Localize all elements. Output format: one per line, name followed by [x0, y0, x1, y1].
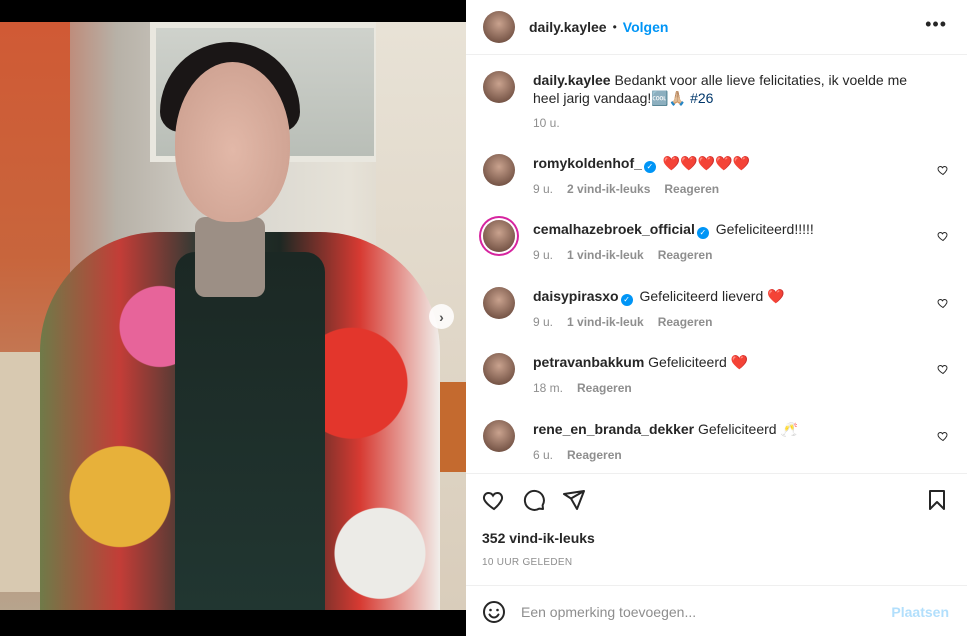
reply-button[interactable]: Reageren	[658, 315, 713, 329]
share-icon[interactable]	[562, 488, 586, 512]
caption-username[interactable]: daily.kaylee	[533, 72, 611, 88]
comment-username[interactable]: daisypirasxo	[533, 288, 619, 304]
verified-badge-icon: ✓	[643, 161, 656, 173]
comment-time[interactable]: 9 u.	[533, 182, 553, 196]
comment-likes[interactable]: 1 vind-ik-leuk	[567, 315, 644, 329]
heart-icon[interactable]	[937, 230, 949, 242]
photo-person-neck	[195, 217, 265, 297]
post-comment-button[interactable]: Plaatsen	[891, 604, 949, 620]
caption: daily.kaylee Bedankt voor alle lieve fel…	[483, 71, 953, 133]
follow-button[interactable]: Volgen	[623, 19, 669, 35]
comment-avatar[interactable]	[483, 287, 515, 319]
comment-likes[interactable]: 1 vind-ik-leuk	[567, 248, 644, 262]
more-options-icon[interactable]: •••	[925, 14, 947, 35]
verified-badge-icon: ✓	[620, 294, 633, 306]
comment-time[interactable]: 9 u.	[533, 248, 553, 262]
comment-body: Gefeliciteerd!!!!!	[715, 221, 814, 237]
comment-username[interactable]: romykoldenhof_	[533, 155, 642, 171]
comment-text: rene_en_branda_dekker Gefeliciteerd 🥂	[533, 420, 928, 438]
comment-body: ❤️❤️❤️❤️❤️	[662, 155, 750, 171]
comment-composer: Plaatsen	[466, 585, 967, 636]
comment-username[interactable]: rene_en_branda_dekker	[533, 421, 694, 437]
action-buttons	[482, 488, 586, 512]
comment-body: Gefeliciteerd 🥂	[697, 421, 798, 437]
caption-meta: 10 u.	[533, 116, 560, 130]
comment-meta: 9 u. 1 vind-ik-leuk Reageren	[533, 315, 712, 329]
comment-text: petravanbakkum Gefeliciteerd ❤️	[533, 353, 928, 371]
caption-avatar[interactable]	[483, 71, 515, 103]
comment-item: romykoldenhof_ ✓ ❤️❤️❤️❤️❤️ 9 u. 2 vind-i…	[483, 154, 953, 198]
comment-avatar[interactable]	[483, 353, 515, 385]
comment-input[interactable]	[521, 600, 881, 624]
post-actions: 352 vind-ik-leuks 10 UUR GELEDEN	[466, 473, 967, 584]
comment-time[interactable]: 9 u.	[533, 315, 553, 329]
separator-dot: •	[612, 20, 617, 34]
comment-username[interactable]: petravanbakkum	[533, 354, 644, 370]
comment-text: daisypirasxo ✓ Gefeliciteerd lieverd ❤️	[533, 287, 928, 306]
comment-avatar[interactable]	[483, 420, 515, 452]
caption-hashtag[interactable]: #26	[690, 90, 713, 106]
comment-username[interactable]: cemalhazebroek_official	[533, 221, 695, 237]
comment-item: petravanbakkum Gefeliciteerd ❤️ 18 m. Re…	[483, 353, 953, 397]
comment-meta: 6 u. Reageren	[533, 448, 622, 462]
heart-icon[interactable]	[937, 430, 949, 442]
comment-time[interactable]: 6 u.	[533, 448, 553, 462]
reply-button[interactable]: Reageren	[658, 248, 713, 262]
heart-icon[interactable]	[937, 164, 949, 176]
caption-time[interactable]: 10 u.	[533, 116, 560, 130]
post-timestamp[interactable]: 10 UUR GELEDEN	[482, 557, 572, 568]
photo-person-head	[175, 62, 290, 222]
post-header: daily.kaylee • Volgen •••	[466, 0, 967, 55]
comment-body: Gefeliciteerd lieverd ❤️	[639, 288, 785, 304]
comment-avatar[interactable]	[483, 154, 515, 186]
reply-button[interactable]: Reageren	[664, 182, 719, 196]
reply-button[interactable]: Reageren	[567, 448, 622, 462]
post-panel: daily.kaylee • Volgen ••• daily.kaylee B…	[466, 0, 967, 636]
comment-avatar-story-ring[interactable]	[483, 220, 515, 252]
comment-item: rene_en_branda_dekker Gefeliciteerd 🥂 6 …	[483, 420, 953, 464]
comment-text: romykoldenhof_ ✓ ❤️❤️❤️❤️❤️	[533, 154, 928, 173]
chevron-right-icon[interactable]: ›	[429, 304, 454, 329]
reply-button[interactable]: Reageren	[577, 381, 632, 395]
comment-likes[interactable]: 2 vind-ik-leuks	[567, 182, 650, 196]
post-photo[interactable]	[0, 22, 466, 610]
emoji-icon[interactable]	[482, 600, 506, 624]
likes-count[interactable]: 352 vind-ik-leuks	[482, 530, 595, 546]
comments-list[interactable]: daily.kaylee Bedankt voor alle lieve fel…	[466, 56, 967, 473]
comment-text: cemalhazebroek_official ✓ Gefeliciteerd!!…	[533, 220, 928, 239]
heart-icon[interactable]	[937, 297, 949, 309]
author-avatar[interactable]	[483, 11, 515, 43]
comment-item: daisypirasxo ✓ Gefeliciteerd lieverd ❤️ 9…	[483, 287, 953, 331]
comment-meta: 18 m. Reageren	[533, 381, 632, 395]
instagram-post-viewer: › daily.kaylee • Volgen ••• daily.kaylee…	[0, 0, 967, 636]
comment-icon[interactable]	[522, 488, 546, 512]
photo-person-top	[175, 252, 325, 610]
heart-icon[interactable]	[937, 363, 949, 375]
heart-icon[interactable]	[482, 488, 506, 512]
verified-badge-icon: ✓	[696, 227, 709, 239]
bookmark-icon[interactable]	[925, 488, 949, 512]
author-username[interactable]: daily.kaylee	[529, 19, 607, 35]
comment-item: cemalhazebroek_official ✓ Gefeliciteerd!!…	[483, 220, 953, 264]
comment-body: Gefeliciteerd ❤️	[648, 354, 749, 370]
comment-time[interactable]: 18 m.	[533, 381, 563, 395]
comment-meta: 9 u. 2 vind-ik-leuks Reageren	[533, 182, 719, 196]
comment-meta: 9 u. 1 vind-ik-leuk Reageren	[533, 248, 712, 262]
caption-text: daily.kaylee Bedankt voor alle lieve fel…	[533, 71, 928, 107]
